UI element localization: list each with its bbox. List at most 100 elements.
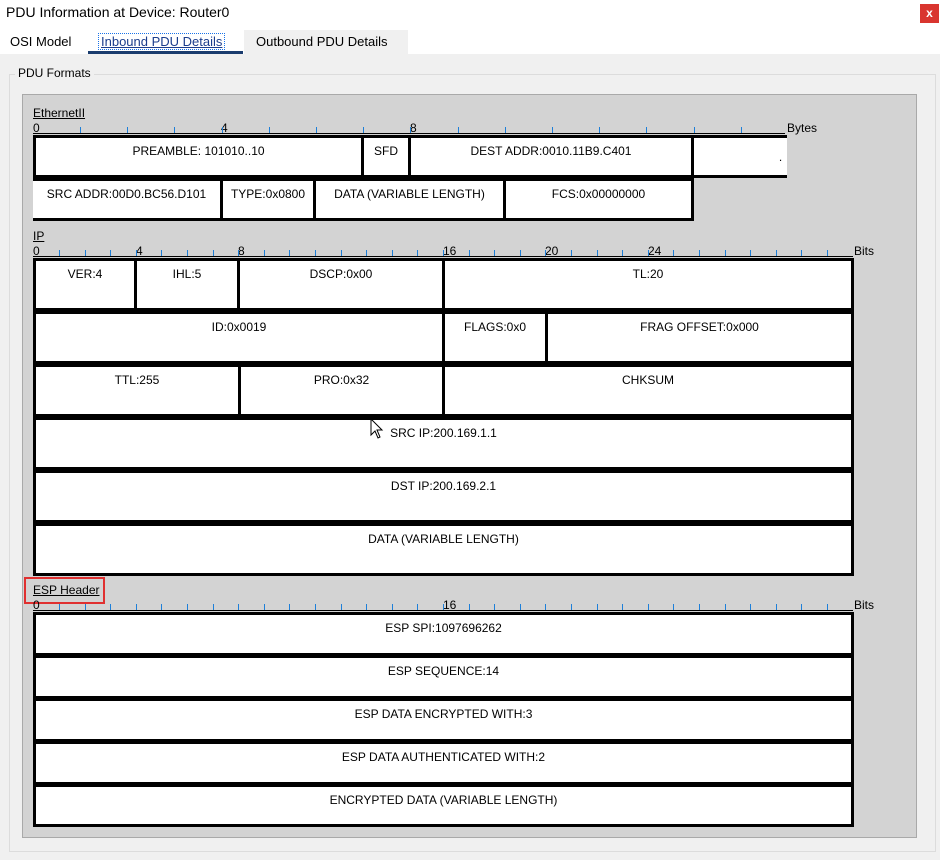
ruler-tick bbox=[597, 604, 598, 610]
ruler-tick bbox=[59, 604, 60, 610]
ruler-tick bbox=[59, 250, 60, 256]
ruler-tick bbox=[213, 250, 214, 256]
ethernet-ruler bbox=[33, 133, 785, 134]
field-flags: FLAGS:0x0 bbox=[442, 311, 548, 364]
field-id: ID:0x0019 bbox=[33, 311, 445, 364]
ruler-tick bbox=[264, 604, 265, 610]
field-frag-offset: FRAG OFFSET:0x000 bbox=[545, 311, 854, 364]
ruler-tick bbox=[699, 250, 700, 256]
ruler-tick bbox=[648, 250, 649, 256]
ruler-tick bbox=[494, 250, 495, 256]
field-ver: VER:4 bbox=[33, 258, 137, 311]
field-fcs: FCS:0x00000000 bbox=[503, 178, 694, 221]
field-type: TYPE:0x0800 bbox=[220, 178, 316, 221]
ruler-tick bbox=[622, 604, 623, 610]
ruler-tick bbox=[443, 250, 444, 256]
ruler-tick bbox=[776, 250, 777, 256]
tab-outbound-pdu-details[interactable]: Outbound PDU Details bbox=[244, 30, 408, 54]
ruler-tick bbox=[750, 604, 751, 610]
esp-unit-label: Bits bbox=[854, 598, 875, 612]
ruler-tick bbox=[85, 604, 86, 610]
ruler-tick bbox=[801, 250, 802, 256]
ruler-tick bbox=[127, 127, 128, 133]
ip-unit-label: Bits bbox=[854, 244, 875, 258]
ruler-tick bbox=[469, 604, 470, 610]
ruler-tick bbox=[750, 250, 751, 256]
ruler-tick bbox=[213, 604, 214, 610]
field-preamble: PREAMBLE: 101010..10 bbox=[33, 135, 364, 178]
ruler-tick bbox=[392, 250, 393, 256]
ruler-tick bbox=[505, 127, 506, 133]
ruler-tick bbox=[417, 250, 418, 256]
ruler-tick bbox=[187, 604, 188, 610]
ruler-tick bbox=[622, 250, 623, 256]
field-dest-addr: DEST ADDR:0010.11B9.C401 bbox=[408, 135, 694, 178]
field-encrypted-data: ENCRYPTED DATA (VARIABLE LENGTH) bbox=[33, 784, 854, 827]
ruler-tick bbox=[646, 127, 647, 133]
ruler-tick bbox=[571, 250, 572, 256]
tab-inbound-pdu-details[interactable]: Inbound PDU Details bbox=[88, 30, 243, 54]
ruler-tick bbox=[827, 250, 828, 256]
ruler-tick bbox=[85, 250, 86, 256]
ruler-tick bbox=[545, 604, 546, 610]
esp-ruler bbox=[33, 610, 853, 611]
ruler-tick bbox=[410, 127, 411, 133]
field-checksum: CHKSUM bbox=[442, 364, 854, 417]
ruler-tick bbox=[315, 250, 316, 256]
ruler-tick bbox=[392, 604, 393, 610]
field-esp-sequence: ESP SEQUENCE:14 bbox=[33, 655, 854, 699]
ruler-tick bbox=[741, 127, 742, 133]
ruler-tick bbox=[673, 250, 674, 256]
ruler-tick bbox=[599, 127, 600, 133]
field-protocol: PRO:0x32 bbox=[238, 364, 445, 417]
ruler-tick bbox=[80, 127, 81, 133]
esp-section-label: ESP Header bbox=[33, 583, 100, 597]
ruler-tick bbox=[264, 250, 265, 256]
ruler-tick bbox=[801, 604, 802, 610]
field-ttl: TTL:255 bbox=[33, 364, 241, 417]
field-esp-spi: ESP SPI:1097696262 bbox=[33, 612, 854, 656]
tab-outbound-label: Outbound PDU Details bbox=[256, 34, 388, 49]
mouse-cursor-icon bbox=[370, 418, 384, 439]
ip-section-label: IP bbox=[33, 229, 45, 243]
ruler-tick bbox=[571, 604, 572, 610]
ruler-tick bbox=[363, 127, 364, 133]
ruler-tick bbox=[417, 604, 418, 610]
ruler-tick bbox=[136, 604, 137, 610]
ruler-tick bbox=[776, 604, 777, 610]
ruler-tick bbox=[161, 250, 162, 256]
field-dst-ip: DST IP:200.169.2.1 bbox=[33, 470, 854, 523]
field-tl: TL:20 bbox=[442, 258, 854, 311]
ruler-tick bbox=[827, 604, 828, 610]
ruler-tick bbox=[174, 127, 175, 133]
field-sfd: SFD bbox=[361, 135, 411, 178]
ruler-tick bbox=[341, 250, 342, 256]
tab-inbound-label: Inbound PDU Details bbox=[97, 33, 226, 50]
ruler-tick bbox=[187, 250, 188, 256]
ruler-tick bbox=[597, 250, 598, 256]
ruler-tick bbox=[552, 127, 553, 133]
field-dest-addr-continued: . bbox=[691, 135, 787, 178]
ruler-tick bbox=[316, 127, 317, 133]
ruler-tick bbox=[289, 604, 290, 610]
close-button[interactable]: x bbox=[920, 4, 939, 23]
field-esp-encrypted-with: ESP DATA ENCRYPTED WITH:3 bbox=[33, 698, 854, 742]
window-title: PDU Information at Device: Router0 bbox=[6, 4, 230, 20]
ruler-tick bbox=[725, 250, 726, 256]
field-ihl: IHL:5 bbox=[134, 258, 240, 311]
ruler-tick bbox=[136, 250, 137, 256]
ip-ruler bbox=[33, 256, 853, 257]
ruler-tick bbox=[238, 250, 239, 256]
ruler-tick bbox=[545, 250, 546, 256]
ruler-tick bbox=[315, 604, 316, 610]
tab-osi-model[interactable]: OSI Model bbox=[10, 34, 71, 49]
ruler-tick bbox=[673, 604, 674, 610]
ruler-tick bbox=[341, 604, 342, 610]
field-ip-data: DATA (VARIABLE LENGTH) bbox=[33, 523, 854, 576]
pdu-formats-legend: PDU Formats bbox=[15, 66, 94, 80]
ruler-tick bbox=[469, 250, 470, 256]
ethernet-section-label: EthernetII bbox=[33, 106, 86, 120]
ruler-tick bbox=[520, 604, 521, 610]
ruler-tick bbox=[494, 604, 495, 610]
ruler-tick bbox=[110, 604, 111, 610]
